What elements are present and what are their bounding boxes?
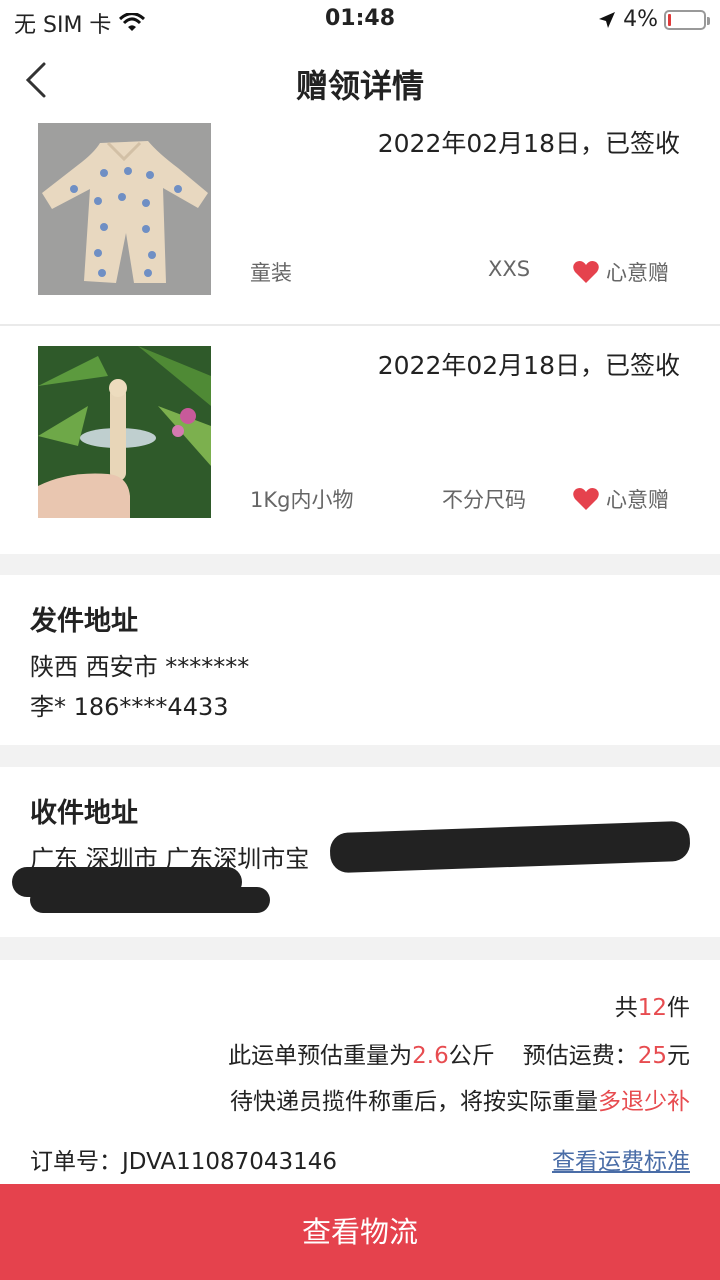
order-number-value: JDVA11087043146 <box>122 1149 338 1175</box>
donation-item[interactable]: 2022年02月18日，已签收 1Kg内小物 不分尺码 心意赠 <box>0 326 720 554</box>
item-count: 共12件 <box>615 988 690 1022</box>
weight-note: 待快递员揽件称重后，将按实际重量多退少补 <box>230 1082 690 1116</box>
count-prefix: 共 <box>614 995 638 1021</box>
item-photo-baby-romper <box>38 123 211 295</box>
gift-type-label: 心意赠 <box>606 261 669 285</box>
fee-value: 25 <box>637 1043 667 1069</box>
note-highlight: 多退少补 <box>598 1089 690 1115</box>
item-category: 1Kg内小物 <box>250 488 354 512</box>
status-bar: 无 SIM 卡 01:48 4% <box>0 0 720 44</box>
sender-contact: 李* 186****4433 <box>30 693 229 721</box>
donation-item[interactable]: 2022年02月18日，已签收 童装 XXS 心意赠 <box>0 120 720 324</box>
nav-bar: 赠领详情 <box>0 44 720 120</box>
item-size: 不分尺码 <box>442 488 526 512</box>
view-logistics-button[interactable]: 查看物流 <box>0 1184 720 1280</box>
sender-region: 陕西 西安市 ******* <box>30 653 250 681</box>
battery-percent: 4% <box>623 7 658 32</box>
shipping-summary: 共12件 此运单预估重量为2.6公斤 预估运费：25元 待快递员揽件称重后，将按实… <box>0 960 720 1185</box>
sender-address-title: 发件地址 <box>30 606 138 637</box>
item-photo-teether <box>38 346 211 518</box>
gift-type-label: 心意赠 <box>606 488 669 512</box>
weight-unit: 公斤 <box>448 1043 495 1069</box>
item-category: 童装 <box>250 261 292 285</box>
note-prefix: 待快递员揽件称重后，将按实际重量 <box>230 1089 598 1115</box>
status-right: 4% <box>597 7 710 32</box>
heart-icon <box>573 488 599 510</box>
receiver-address-title: 收件地址 <box>30 798 138 829</box>
redaction-mark <box>30 887 270 913</box>
gift-type: 心意赠 <box>572 257 669 287</box>
item-status-date: 2022年02月18日，已签收 <box>377 129 680 158</box>
heart-icon <box>573 261 599 283</box>
item-status-date: 2022年02月18日，已签收 <box>377 351 680 380</box>
fee-prefix: 预估运费： <box>522 1043 638 1069</box>
sender-address-card: 发件地址 陕西 西安市 ******* 李* 186****4433 <box>0 575 720 745</box>
gift-type: 心意赠 <box>572 484 669 514</box>
receiver-address-card: 收件地址 广东 深圳市 广东深圳市宝 <box>0 767 720 937</box>
location-arrow-icon <box>599 11 616 28</box>
count-suffix: 件 <box>667 995 690 1021</box>
view-fee-standard-link[interactable]: 查看运费标准 <box>552 1142 690 1176</box>
order-number: 订单号：JDVA11087043146 <box>30 1142 337 1176</box>
count-value: 12 <box>637 995 667 1021</box>
weight-prefix: 此运单预估重量为 <box>228 1043 413 1069</box>
page-title: 赠领详情 <box>295 67 424 105</box>
weight-fee-line: 此运单预估重量为2.6公斤 预估运费：25元 <box>228 1036 690 1070</box>
item-size: XXS <box>488 257 531 281</box>
order-label: 订单号： <box>30 1149 122 1175</box>
weight-value: 2.6 <box>412 1043 449 1069</box>
redaction-mark <box>329 820 691 874</box>
fee-unit: 元 <box>667 1043 690 1069</box>
battery-icon <box>664 9 710 30</box>
